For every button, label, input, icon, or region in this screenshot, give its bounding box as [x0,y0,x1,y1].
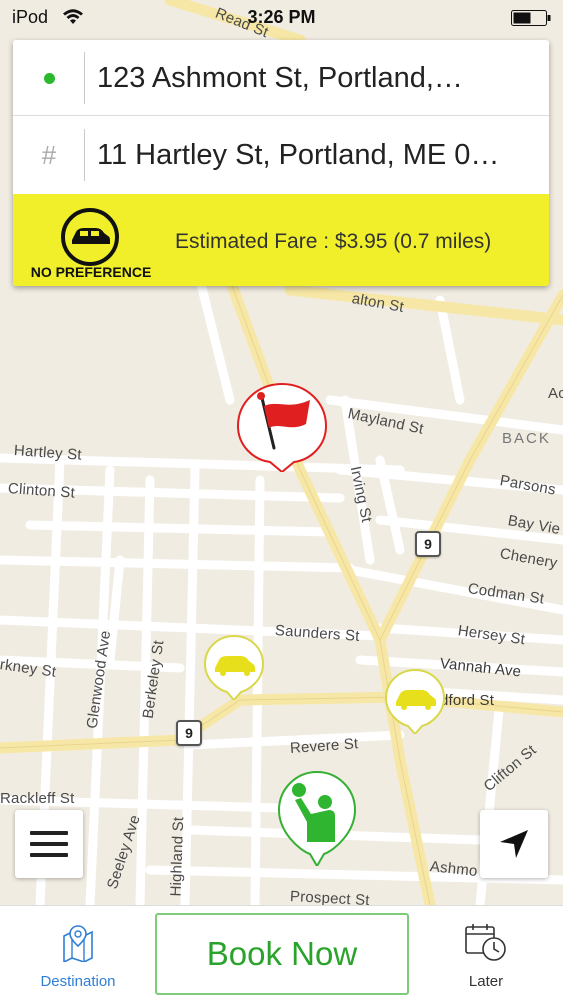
book-now-button[interactable]: Book Now [155,913,409,995]
bottom-bar: Destination Book Now Later [0,905,563,1000]
destination-tab[interactable]: Destination [18,918,138,994]
later-tab[interactable]: Later [434,918,538,994]
location-arrow-icon [500,830,528,858]
street-label: Ac [548,385,563,402]
street-label: Rackleff St [0,790,75,807]
taxi-pin[interactable] [384,668,446,739]
district-label: BACK [502,430,551,447]
pickup-dot-icon [43,72,55,84]
route-shield: 9 [176,720,202,746]
destination-tab-label: Destination [40,973,116,990]
clock-time: 3:26 PM [247,7,316,27]
car-icon [61,208,119,266]
hash-icon: # [41,139,57,170]
destination-address: 11 Hartley St, Portland, ME 0… [97,139,500,171]
calendar-clock-icon [465,924,506,961]
pickup-address-row[interactable]: 123 Ashmont St, Portland,… [13,40,549,116]
row-divider [84,129,85,181]
street-label: Highland St [167,816,188,897]
estimated-fare: Estimated Fare : $3.95 (0.7 miles) [175,230,492,253]
destination-flag-pin[interactable] [234,380,330,477]
map-pin-icon [63,925,93,962]
later-tab-label: Later [468,973,504,990]
taxi-pin[interactable] [203,634,265,705]
fare-bar: NO PREFERENCE Estimated Fare : $3.95 (0.… [13,194,549,286]
destination-marker: # [13,117,85,193]
hamburger-icon [30,831,68,857]
destination-address-row[interactable]: # 11 Hartley St, Portland, ME 0… [13,117,549,193]
trip-card: 123 Ashmont St, Portland,… # 11 Hartley … [13,40,549,286]
status-bar: iPod 3:26 PM [0,0,563,36]
battery-icon [511,10,551,26]
vehicle-preference-selector[interactable]: NO PREFERENCE [13,194,173,286]
pickup-address: 123 Ashmont St, Portland,… [97,62,463,94]
vehicle-preference-label: NO PREFERENCE [30,264,152,280]
pickup-person-pin[interactable] [277,770,357,871]
pickup-marker [13,40,85,116]
route-shield: 9 [415,531,441,557]
street-label: dford St [440,692,495,709]
row-divider [84,52,85,104]
menu-button[interactable] [15,810,83,878]
my-location-button[interactable] [480,810,548,878]
